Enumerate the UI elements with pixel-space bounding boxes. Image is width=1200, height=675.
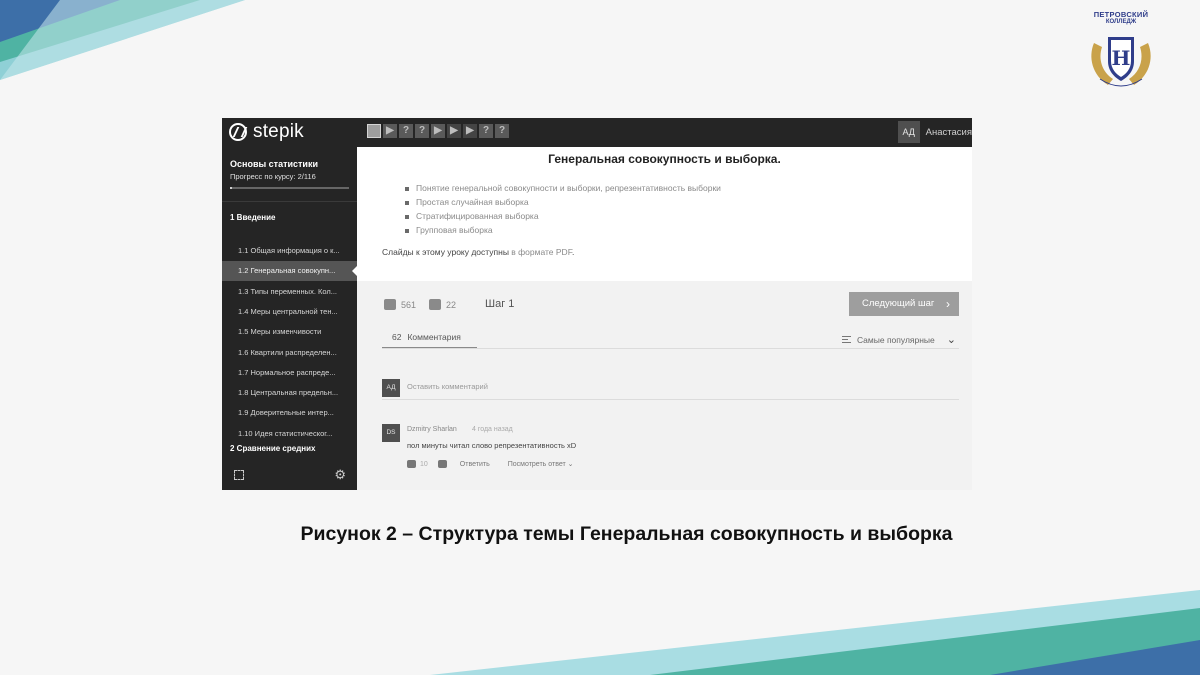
- course-progress-label: Прогресс по курсу: 2/116: [230, 172, 316, 181]
- user-name: Анастасия: [925, 126, 972, 138]
- step-quiz-icon[interactable]: ?: [415, 124, 429, 138]
- sidebar-lesson-item[interactable]: 1.10 Идея статистическог...: [222, 424, 357, 444]
- slides-text: Слайды к этому уроку доступны: [382, 247, 512, 257]
- comment-actions: 10 Ответить Посмотреть ответ ⌄: [407, 460, 574, 468]
- avatar: АД: [897, 121, 920, 143]
- slides-note: Слайды к этому уроку доступны в формате …: [382, 247, 574, 257]
- figure-caption: Рисунок 2 – Структура темы Генеральная с…: [300, 523, 953, 545]
- course-progress-fill: [230, 187, 233, 189]
- slide-decoration-top: [0, 0, 245, 80]
- college-logo: ПЕТРОВСКИЙ КОЛЛЕДЖ Н: [1082, 10, 1160, 102]
- like-button[interactable]: 561: [384, 299, 416, 310]
- sidebar-module-1[interactable]: 1 Введение: [230, 213, 275, 222]
- gear-icon[interactable]: ⚙: [334, 468, 346, 481]
- logo-title: ПЕТРОВСКИЙ: [1093, 10, 1149, 19]
- sort-label: Самые популярные: [856, 334, 935, 345]
- thumbs-down-icon[interactable]: [437, 460, 447, 468]
- comment-time: 4 года назад: [472, 426, 513, 433]
- course-progress-bar: [230, 187, 349, 189]
- thumbs-up-icon[interactable]: [407, 460, 416, 468]
- sort-icon: [841, 336, 851, 343]
- course-title[interactable]: Основы статистики: [230, 159, 318, 169]
- comments-tab[interactable]: 62 Комментария: [382, 332, 477, 348]
- sidebar-lesson-item[interactable]: 1.6 Квартили распределен...: [222, 343, 357, 363]
- step-text-icon[interactable]: [367, 124, 381, 138]
- sidebar-lesson-item[interactable]: 1.5 Меры изменчивости: [222, 322, 357, 342]
- sidebar-lesson-item[interactable]: 1.1 Общая информация о к...: [222, 241, 357, 261]
- dislike-button[interactable]: 22: [429, 299, 456, 310]
- pdf-link[interactable]: в формате PDF: [511, 247, 572, 257]
- comment-like-count: 10: [420, 460, 428, 468]
- sidebar-lesson-item[interactable]: 1.8 Центральная предельн...: [222, 383, 357, 403]
- comments-divider: [382, 348, 959, 349]
- topic-link[interactable]: Простая случайная выборка: [405, 195, 721, 209]
- show-replies-link[interactable]: Посмотреть ответ: [508, 461, 566, 468]
- step-video-icon[interactable]: ▶: [447, 124, 461, 138]
- comments-tab-label: Комментария: [407, 332, 461, 342]
- slide-decoration-bottom: [430, 590, 1200, 675]
- comments-count: 62: [392, 332, 402, 342]
- dislike-count: 22: [446, 299, 457, 310]
- avatar: АД: [382, 379, 400, 397]
- sidebar-lesson-item[interactable]: 1.2 Генеральная совокупн...: [222, 261, 357, 282]
- new-comment-input[interactable]: Оставить комментарий: [407, 382, 488, 391]
- step-video-icon[interactable]: ▶: [383, 124, 397, 138]
- comment-author[interactable]: Dzmitry Sharlan: [407, 426, 457, 433]
- stepik-logo-icon: [229, 123, 247, 141]
- sidebar-tools: ⚙: [222, 468, 357, 484]
- svg-text:Н: Н: [1112, 46, 1131, 70]
- new-comment-underline: [382, 399, 959, 400]
- thumbs-up-icon: [384, 299, 396, 310]
- lesson-title: Генеральная совокупность и выборка.: [548, 152, 781, 166]
- like-count: 561: [401, 299, 417, 310]
- step-quiz-icon[interactable]: ?: [479, 124, 493, 138]
- sidebar-lesson-item[interactable]: 1.9 Доверительные интер...: [222, 403, 357, 423]
- next-step-label: Следующий шаг: [862, 298, 935, 309]
- topic-link[interactable]: Стратифицированная выборка: [405, 209, 721, 223]
- reply-link[interactable]: Ответить: [460, 461, 490, 468]
- thumbs-down-icon: [429, 299, 441, 310]
- stepik-screenshot: stepik ▶ ? ? ▶ ▶ ▶ ? ? АД Анастасия Осно…: [222, 118, 972, 490]
- slides-end: .: [571, 247, 575, 257]
- comment-text: пол минуты читал слово репрезентативност…: [407, 441, 577, 450]
- step-quiz-icon[interactable]: ?: [399, 124, 413, 138]
- sidebar-lesson-item[interactable]: 1.3 Типы переменных. Кол...: [222, 282, 357, 302]
- lesson-topics: Понятие генеральной совокупности и выбор…: [405, 181, 721, 237]
- sidebar-divider: [222, 201, 357, 202]
- logo-subtitle: КОЛЛЕДЖ: [1105, 19, 1137, 25]
- stepik-logo[interactable]: stepik: [229, 121, 304, 143]
- avatar: DS: [382, 424, 400, 442]
- college-emblem-icon: Н: [1091, 37, 1151, 87]
- sidebar-lesson-item[interactable]: 1.7 Нормальное распреде...: [222, 363, 357, 383]
- stepik-topbar: stepik ▶ ? ? ▶ ▶ ▶ ? ? АД Анастасия: [222, 118, 972, 147]
- comments-sort-dropdown[interactable]: Самые популярные ⌄: [841, 333, 956, 346]
- stepik-brand-name: stepik: [253, 121, 304, 142]
- chevron-down-icon: ⌄: [565, 461, 574, 468]
- step-footer: 561 22 Шаг 1 Следующий шаг › 62 Комментар…: [357, 281, 972, 490]
- user-menu[interactable]: АД Анастасия: [897, 121, 972, 143]
- step-video-icon[interactable]: ▶: [463, 124, 477, 138]
- sidebar-lesson-item[interactable]: 1.4 Меры центральной тен...: [222, 302, 357, 322]
- step-label: Шаг 1: [485, 298, 515, 310]
- step-quiz-icon[interactable]: ?: [495, 124, 509, 138]
- fullscreen-icon[interactable]: [234, 470, 244, 480]
- lesson-content: Генеральная совокупность и выборка. Поня…: [357, 147, 972, 490]
- chevron-right-icon: ›: [946, 297, 950, 311]
- next-step-button[interactable]: Следующий шаг ›: [849, 292, 959, 316]
- course-sidebar: Основы статистики Прогресс по курсу: 2/1…: [222, 147, 357, 490]
- step-video-icon[interactable]: ▶: [431, 124, 445, 138]
- topic-link[interactable]: Понятие генеральной совокупности и выбор…: [405, 181, 721, 195]
- chevron-down-icon: ⌄: [946, 334, 956, 346]
- step-navigation: ▶ ? ? ▶ ▶ ▶ ? ?: [367, 124, 509, 138]
- sidebar-module-2[interactable]: 2 Сравнение средних: [230, 444, 315, 453]
- topic-link[interactable]: Групповая выборка: [405, 223, 721, 237]
